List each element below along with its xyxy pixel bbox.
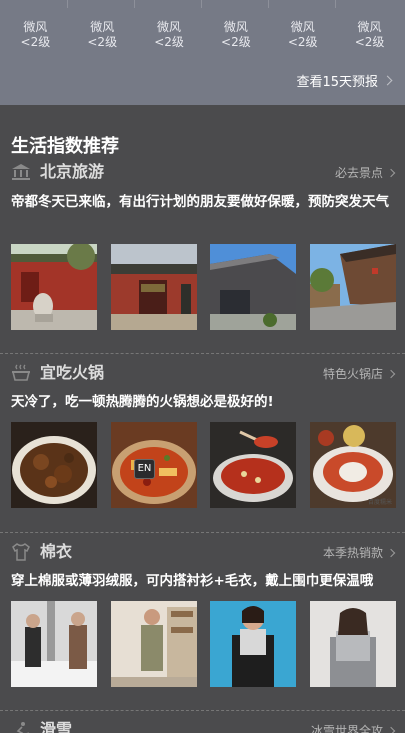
must-see-spots-link[interactable]: 必去景点: [334, 164, 396, 181]
chevron-right-icon: [386, 168, 396, 177]
hotpot-restaurants-link[interactable]: 特色火锅店: [322, 365, 396, 382]
coat-photo-4[interactable]: [310, 601, 396, 687]
section-header: 棉衣 本季热销款: [11, 541, 396, 563]
image-row: 百度糯米: [11, 422, 396, 508]
travel-photo-3[interactable]: [210, 244, 296, 330]
season-bestsellers-link[interactable]: 本季热销款: [322, 544, 396, 561]
weather-panel: 微风 <2级 微风 <2级 微风 <2级 微风 <2级 微风 <2级 微风 <2级 查看15…: [0, 0, 405, 105]
wind-direction: 微风: [157, 20, 182, 34]
chevron-right-icon: [386, 369, 396, 378]
link-label: 冰雪世界全攻: [310, 724, 383, 733]
travel-photo-2[interactable]: [111, 244, 197, 330]
link-label: 特色火锅店: [322, 367, 383, 381]
wind-direction: 微风: [290, 20, 315, 34]
section-description: 穿上棉服或薄羽绒服，可内搭衬衫+毛衣，戴上围巾更保温哦: [11, 573, 374, 589]
food-photo-1[interactable]: [11, 422, 97, 508]
wind-direction: 微风: [357, 20, 382, 34]
forecast-15-days-label: 查看15天预报: [296, 75, 378, 90]
life-index-title: 生活指数推荐: [11, 136, 119, 157]
section-header: 北京旅游 必去景点: [11, 161, 396, 183]
image-row: [11, 244, 396, 330]
skier-icon: [16, 722, 29, 733]
ice-snow-guide-link[interactable]: 冰雪世界全攻: [310, 722, 396, 733]
section-title: 北京旅游: [40, 162, 105, 181]
link-label: 必去景点: [334, 166, 383, 180]
wind-direction: 微风: [90, 20, 115, 34]
coat-photo-1[interactable]: [11, 601, 97, 687]
wind-level: <2级: [221, 35, 251, 49]
coat-photo-3[interactable]: [210, 601, 296, 687]
section-title: 棉衣: [40, 542, 73, 561]
wind-day: 微风 <2级: [11, 0, 69, 58]
wind-day: 微风 <2级: [212, 0, 269, 58]
link-label: 本季热销款: [322, 546, 383, 560]
wind-level: <2级: [87, 35, 118, 49]
section-divider: [0, 532, 405, 533]
travel-photo-4[interactable]: [310, 244, 396, 330]
food-photo-3[interactable]: [210, 422, 296, 508]
travel-photo-1[interactable]: [11, 244, 97, 330]
wind-day: 微风 <2级: [78, 0, 136, 58]
wind-day: 微风 <2级: [279, 0, 336, 58]
wind-direction: 微风: [223, 20, 248, 34]
section-description: 天冷了，吃一顿热腾腾的火锅想必是极好的!: [11, 394, 274, 410]
wind-level: <2级: [287, 35, 318, 49]
chevron-right-icon: [382, 75, 393, 86]
section-title: 宜吃火锅: [40, 363, 105, 382]
museum-icon: [12, 164, 30, 180]
section-divider: [0, 710, 405, 711]
wind-forecast-row: 微风 <2级 微风 <2级 微风 <2级 微风 <2级 微风 <2级 微风 <2级: [0, 0, 405, 58]
section-header: 滑雪 冰雪世界全攻: [11, 719, 396, 733]
section-header: 宜吃火锅 特色火锅店: [11, 362, 396, 384]
section-divider: [0, 353, 405, 354]
image-row: [11, 601, 396, 687]
food-photo-4[interactable]: 百度糯米: [310, 422, 396, 508]
forecast-15-days-link[interactable]: 查看15天预报: [296, 71, 393, 90]
hotpot-icon: [11, 364, 31, 381]
language-badge[interactable]: EN: [134, 459, 155, 479]
tshirt-icon: [12, 543, 30, 561]
chevron-right-icon: [386, 548, 396, 557]
wind-level: <2级: [154, 35, 184, 49]
wind-level: <2级: [20, 35, 51, 49]
watermark-text: 百度糯米: [368, 498, 392, 506]
section-description: 帝都冬天已来临，有出行计划的朋友要做好保暖，预防突发天气: [11, 194, 389, 210]
wind-level: <2级: [354, 35, 385, 49]
coat-photo-2[interactable]: [111, 601, 197, 687]
wind-direction: 微风: [23, 20, 48, 34]
life-index-panel: 生活指数推荐 北京旅游 必去景点 帝都冬天已来临，有出行计划的朋友要做好保暖，预…: [0, 105, 405, 733]
chevron-right-icon: [386, 726, 396, 733]
wind-day: 微风 <2级: [145, 0, 203, 58]
wind-day: 微风 <2级: [346, 0, 394, 58]
section-title: 滑雪: [40, 720, 73, 733]
